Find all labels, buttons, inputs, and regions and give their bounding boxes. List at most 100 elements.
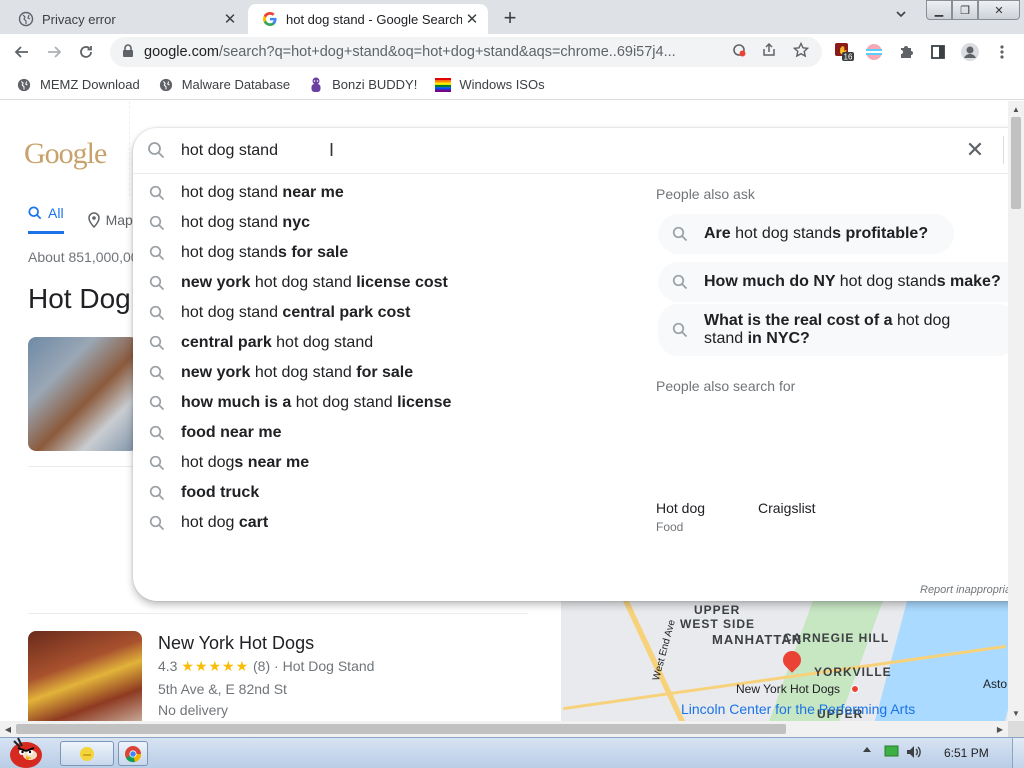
google-lens-icon[interactable] [730, 41, 748, 59]
profile-avatar-icon[interactable] [960, 42, 980, 62]
map-label: YORKVILLE [814, 665, 892, 679]
bookmark-bonzi-buddy[interactable]: Bonzi BUDDY! [308, 77, 417, 93]
horizontal-scrollbar[interactable]: ◀ ▶ [0, 721, 1008, 737]
tab-privacy-error[interactable]: Privacy error ✕ [4, 4, 246, 34]
suggestion-text: food near me [181, 424, 282, 441]
bookmark-memz[interactable]: MEMZ Download [16, 77, 140, 93]
battery-icon[interactable] [884, 745, 900, 757]
tab-close-icon[interactable]: ✕ [462, 9, 482, 29]
search-bar[interactable]: hot dog stand I ✕ [133, 128, 1023, 174]
new-tab-icon[interactable]: + [498, 5, 522, 30]
tab-all-label: All [48, 205, 64, 221]
scrollbar-corner [1008, 721, 1024, 737]
scroll-up-icon[interactable]: ▲ [1008, 101, 1024, 117]
tab-close-icon[interactable]: ✕ [220, 9, 240, 29]
extensions-puzzle-icon[interactable] [896, 42, 916, 62]
people-also-ask-item[interactable]: How much do NY hot dog stands make? [658, 262, 1023, 302]
location-dot-icon[interactable] [851, 685, 859, 693]
suggestion-text: hot dog stands for sale [181, 244, 349, 261]
bookmark-windows-isos[interactable]: Windows ISOs [435, 77, 545, 93]
map-label: CARNEGIE HILL [783, 631, 890, 645]
tray-expand-icon[interactable] [862, 745, 872, 753]
people-also-search-item[interactable]: Craigslist [758, 500, 816, 516]
suggestion-text: how much is a hot dog stand license [181, 394, 452, 411]
result-thumbnail[interactable] [28, 337, 138, 451]
scrollbar-thumb[interactable] [16, 724, 786, 734]
suggestion-text: food truck [181, 484, 260, 501]
people-also-ask-item[interactable]: What is the real cost of a hot dog stand… [658, 304, 1018, 356]
tab-search-chevron-icon[interactable] [895, 8, 907, 23]
suggestion-item[interactable]: hot dog cart [133, 508, 653, 538]
suggestion-item[interactable]: new york hot dog stand for sale [133, 358, 653, 388]
suggestion-item[interactable]: hot dog stand nyc [133, 208, 653, 238]
maximize-button[interactable]: ❐ [952, 0, 978, 20]
suggestion-item[interactable]: food truck [133, 478, 653, 508]
suggestion-item[interactable]: central park hot dog stand [133, 328, 653, 358]
people-also-search-title: People also search for [656, 378, 796, 394]
scroll-down-icon[interactable]: ▼ [1008, 705, 1024, 721]
search-icon [149, 215, 165, 231]
suggestion-item[interactable]: hot dog stand central park cost [133, 298, 653, 328]
suggestion-item[interactable]: hot dog stands for sale [133, 238, 653, 268]
search-icon [149, 185, 165, 201]
search-autocomplete: hot dog stand I ✕ hot dog stand near me h… [133, 128, 1023, 601]
globe-icon [18, 11, 34, 27]
adblock-extension-icon[interactable]: ✋ 16 [834, 42, 854, 62]
side-panel-icon[interactable] [928, 42, 948, 62]
suggestion-text: new york hot dog stand license cost [181, 274, 448, 291]
close-window-button[interactable]: ✕ [978, 0, 1020, 20]
start-button-angry-bird-icon[interactable] [2, 734, 50, 768]
taskbar-clock[interactable]: 6:51 PM [944, 746, 989, 760]
tab-strip: Privacy error ✕ hot dog stand - Google S… [0, 0, 1024, 34]
menu-kebab-icon[interactable] [992, 42, 1012, 62]
people-also-ask-text: What is the real cost of a hot dog stand… [704, 312, 951, 347]
bookmark-star-icon[interactable] [792, 41, 810, 59]
road-label: West End Ave [651, 618, 678, 682]
address-bar[interactable]: google.com/search?q=hot+dog+stand&oq=hot… [110, 37, 822, 67]
search-input[interactable]: hot dog stand [181, 142, 278, 160]
tab-title: Privacy error [42, 11, 116, 27]
bookmark-malware-database[interactable]: Malware Database [158, 77, 290, 93]
suggestion-item[interactable]: hot dog stand near me [133, 178, 653, 208]
place-name[interactable]: New York Hot Dogs [158, 633, 314, 654]
suggestion-item[interactable]: hot dogs near me [133, 448, 653, 478]
folder-icon [80, 746, 94, 761]
taskbar-explorer-button[interactable] [60, 741, 114, 766]
vertical-scrollbar[interactable]: ▲ ▼ [1008, 101, 1024, 721]
search-tabs: All Maps [28, 205, 140, 234]
back-arrow-icon[interactable] [10, 40, 34, 64]
suggestion-text: central park hot dog stand [181, 334, 374, 351]
suggestion-item[interactable]: how much is a hot dog stand license [133, 388, 653, 418]
extension-badge: 16 [844, 53, 853, 62]
taskbar-chrome-button[interactable] [118, 741, 148, 766]
suggestion-text: hot dogs near me [181, 454, 310, 471]
search-icon [149, 335, 165, 351]
people-also-search-item[interactable]: Hot dog [656, 500, 705, 516]
rating-stars-icon: ★★★★★ [181, 658, 250, 674]
minimize-button[interactable]: ▁ [926, 0, 952, 20]
map-poi-label[interactable]: Lincoln Center for the Performing Arts [681, 701, 915, 717]
lock-icon[interactable] [122, 43, 136, 61]
globe-icon [158, 77, 174, 93]
people-also-ask-item[interactable]: Are hot dog stands profitable? [658, 214, 955, 254]
scroll-right-icon[interactable]: ▶ [992, 721, 1008, 737]
place-thumbnail[interactable] [28, 631, 142, 721]
rating-value: 4.3 [158, 658, 178, 674]
map-preview[interactable]: UPPER WEST SIDE MANHATTAN CARNEGIE HILL … [561, 601, 1008, 721]
divider [28, 613, 528, 614]
show-desktop-button[interactable] [1012, 738, 1024, 768]
share-icon[interactable] [760, 41, 778, 59]
clear-icon[interactable]: ✕ [963, 137, 987, 162]
tab-maps[interactable]: Maps [87, 205, 140, 234]
volume-icon[interactable] [906, 745, 922, 759]
forward-arrow-icon[interactable] [42, 40, 66, 64]
tab-all[interactable]: All [28, 205, 64, 234]
place-type: Hot Dog Stand [282, 658, 375, 674]
google-doodle-logo[interactable]: Google [24, 137, 107, 171]
reload-icon[interactable] [74, 40, 98, 64]
scrollbar-thumb[interactable] [1011, 117, 1021, 209]
suggestion-item[interactable]: new york hot dog stand license cost [133, 268, 653, 298]
pride-extension-icon[interactable] [864, 42, 884, 62]
tab-google-search[interactable]: hot dog stand - Google Search ✕ [248, 4, 488, 34]
suggestion-item[interactable]: food near me [133, 418, 653, 448]
